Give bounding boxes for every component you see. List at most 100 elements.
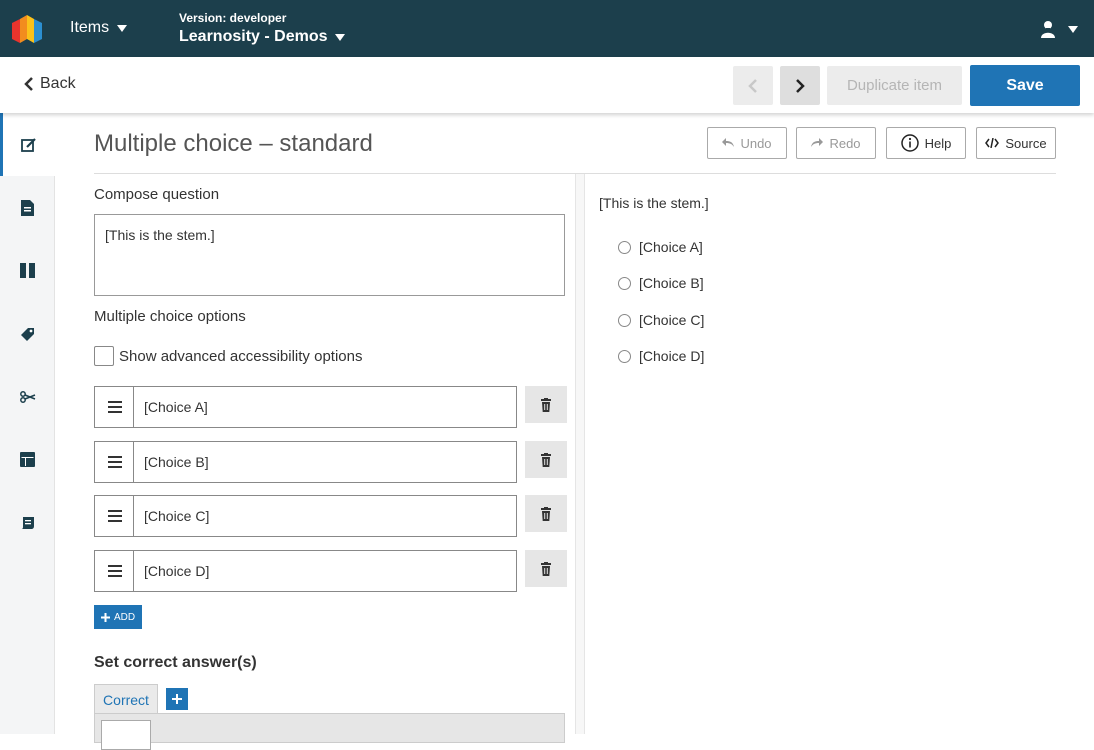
redo-button[interactable]: Redo [796, 127, 876, 159]
plus-icon [172, 694, 182, 704]
sidebar-item-layout[interactable] [0, 239, 55, 302]
edit-icon [21, 137, 36, 152]
code-icon [985, 138, 1000, 148]
scroll-icon [21, 517, 34, 529]
drag-handle[interactable] [94, 550, 134, 592]
undo-button[interactable]: Undo [707, 127, 787, 159]
chevron-left-icon [748, 78, 757, 93]
hamburger-icon [107, 510, 122, 522]
choice-label: [Choice D] [639, 348, 705, 364]
question-type-title: Multiple choice – standard [94, 130, 373, 157]
version-value: Learnosity - Demos [179, 28, 328, 45]
version-label: Version: developer [179, 11, 287, 25]
chevron-left-icon [24, 77, 33, 91]
preview-choice[interactable]: [Choice D] [618, 348, 704, 364]
undo-label: Undo [740, 135, 772, 151]
app-header: Items Version: developer Learnosity - De… [0, 0, 1094, 57]
sidebar-item-document[interactable] [0, 176, 55, 239]
option-input[interactable]: [Choice D] [133, 550, 517, 592]
sidebar-item-table[interactable] [0, 428, 55, 491]
trash-icon [541, 506, 551, 521]
chevron-right-icon [796, 78, 805, 93]
delete-option-button[interactable] [525, 495, 567, 532]
source-button[interactable]: Source [976, 127, 1056, 159]
radio-button[interactable] [618, 349, 631, 363]
undo-icon [722, 138, 735, 147]
add-alternate-button[interactable] [166, 688, 188, 710]
option-input[interactable]: [Choice A] [133, 386, 517, 428]
trash-icon [541, 561, 551, 576]
trash-icon [541, 452, 551, 467]
duplicate-item-button[interactable]: Duplicate item [827, 66, 962, 105]
items-menu[interactable]: Items [70, 19, 128, 37]
accessibility-checkbox[interactable] [94, 346, 114, 366]
choice-label: [Choice C] [639, 312, 705, 328]
document-icon [21, 199, 34, 216]
radio-button[interactable] [618, 313, 631, 327]
back-button[interactable]: Back [24, 75, 76, 93]
table-icon [20, 452, 35, 467]
correct-answer-heading: Set correct answer(s) [94, 654, 257, 671]
editor-sidebar [0, 113, 55, 734]
user-menu[interactable] [1040, 20, 1078, 38]
drag-handle[interactable] [94, 386, 134, 428]
save-button[interactable]: Save [970, 65, 1080, 106]
option-input[interactable]: [Choice C] [133, 495, 517, 537]
redo-icon [811, 138, 824, 147]
help-button[interactable]: Help [886, 127, 966, 159]
accessibility-label: Show advanced accessibility options [119, 348, 363, 365]
preview-choice[interactable]: [Choice B] [618, 275, 704, 291]
sidebar-item-scroll[interactable] [0, 491, 55, 554]
delete-option-button[interactable] [525, 386, 567, 423]
delete-option-button[interactable] [525, 441, 567, 478]
option-row: [Choice B] [94, 441, 567, 483]
options-label: Multiple choice options [94, 308, 246, 325]
option-input[interactable]: [Choice B] [133, 441, 517, 483]
caret-down-icon [335, 33, 346, 41]
stem-editor[interactable]: [This is the stem.] [94, 214, 565, 296]
columns-icon [20, 263, 35, 278]
hamburger-icon [107, 565, 122, 577]
tab-correct[interactable]: Correct [94, 684, 158, 714]
next-item-button[interactable] [780, 66, 820, 105]
preview-choice[interactable]: [Choice C] [618, 312, 704, 328]
option-row: [Choice A] [94, 386, 567, 428]
drag-handle[interactable] [94, 441, 134, 483]
help-label: Help [924, 135, 952, 151]
back-label: Back [40, 75, 76, 92]
version-selector[interactable]: Version: developer Learnosity - Demos [179, 11, 346, 46]
delete-option-button[interactable] [525, 550, 567, 587]
previous-item-button[interactable] [733, 66, 773, 105]
add-option-button[interactable]: ADD [94, 605, 142, 629]
scissors-icon [19, 390, 35, 403]
hamburger-icon [107, 401, 122, 413]
tag-icon [20, 327, 34, 341]
caret-down-icon [1068, 25, 1078, 33]
choice-label: [Choice A] [639, 239, 703, 255]
choice-label: [Choice B] [639, 275, 704, 291]
redo-label: Redo [829, 135, 861, 151]
preview-stem: [This is the stem.] [599, 195, 709, 211]
option-row: [Choice D] [94, 550, 567, 592]
trash-icon [541, 397, 551, 412]
user-icon [1041, 21, 1055, 38]
info-icon [900, 134, 919, 152]
sidebar-item-split[interactable] [0, 365, 55, 428]
learnosity-logo [12, 15, 42, 43]
radio-button[interactable] [618, 276, 631, 290]
item-toolbar: Back Duplicate item Save [0, 57, 1094, 113]
score-input[interactable] [101, 720, 151, 750]
hamburger-icon [107, 456, 122, 468]
sidebar-item-edit[interactable] [0, 113, 55, 176]
option-row: [Choice C] [94, 495, 567, 537]
version-dropdown[interactable]: Learnosity - Demos [179, 28, 346, 46]
radio-button[interactable] [618, 240, 631, 254]
sidebar-item-tags[interactable] [0, 302, 55, 365]
plus-icon [100, 612, 110, 622]
compose-label: Compose question [94, 186, 220, 203]
preview-choice[interactable]: [Choice A] [618, 239, 703, 255]
pane-divider[interactable] [575, 174, 585, 734]
drag-handle[interactable] [94, 495, 134, 537]
correct-answer-panel [94, 713, 565, 750]
add-label: ADD [113, 611, 136, 623]
